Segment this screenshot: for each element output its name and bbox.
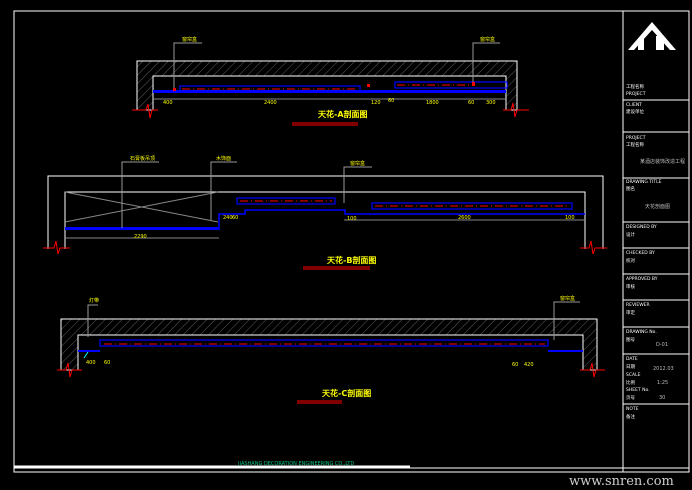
- section-c: 灯带 窗帘盒 400 60 60 420 天花-C剖面图: [57, 295, 605, 404]
- company-logo: [628, 22, 676, 50]
- sheet-number: 30: [659, 395, 665, 401]
- tb-row-value: 日期: [626, 364, 635, 370]
- callout-label: 窗帘盒: [182, 36, 197, 43]
- dimension-label: 100: [347, 216, 357, 222]
- tb-row-value: PROJECT: [626, 91, 646, 97]
- callout-label: 石膏板吊顶: [130, 155, 155, 162]
- tb-row-label: 工程名称: [626, 83, 644, 90]
- dimension-label: 400: [163, 100, 173, 106]
- tb-row-label: DRAWING TITLE: [626, 179, 662, 185]
- tb-row-label: REVIEWER: [626, 302, 650, 308]
- dimension-label: 300: [486, 100, 496, 106]
- watermark: www.snren.com: [569, 474, 674, 489]
- callout-label: 灯带: [89, 297, 99, 304]
- dimension-label: 2400: [264, 100, 277, 106]
- callout-label: 窗帘盒: [560, 295, 575, 302]
- tb-row-label: DESIGNED BY: [626, 224, 657, 230]
- tb-row-value: 备注: [626, 413, 635, 420]
- tb-row-value: 页号: [626, 395, 635, 401]
- tb-row-label: DRAWING No.: [626, 329, 657, 335]
- cad-drawing: 工程名称 PROJECT CLIENT 建设单位 PROJECT 工程名称 某酒…: [13, 10, 690, 489]
- tb-row-value: 图名: [626, 185, 635, 192]
- callout-label: 窗帘盒: [350, 160, 365, 167]
- date-value: 2012.03: [653, 366, 674, 372]
- drawing-frame: [13, 10, 690, 473]
- tb-row-label: SCALE: [626, 372, 641, 378]
- tb-row-label: CHECKED BY: [626, 250, 655, 256]
- company-footer: JIASHANG DECORATION ENGINEERING CO.,LTD: [237, 461, 354, 467]
- scale-value: 1:25: [657, 380, 668, 386]
- project-name: 某酒店装饰改造工程: [640, 158, 685, 165]
- callout-label: 木饰面: [216, 155, 231, 162]
- section-a: 窗帘盒 窗帘盒 400 2400 120 60 1800 60 300 天花-A…: [132, 36, 529, 126]
- dimension-label: 60: [104, 360, 110, 366]
- dimension-label: 2290: [134, 234, 147, 240]
- drawing-number: D-01: [656, 342, 668, 348]
- tb-row-value: 审核: [626, 283, 635, 290]
- tb-row-value: 设计: [626, 231, 635, 238]
- section-title: 天花-A剖面图: [318, 109, 368, 119]
- tb-row-value: 校对: [626, 257, 635, 264]
- tb-row-label: NOTE: [626, 406, 639, 412]
- tb-row-label: CLIENT: [626, 102, 642, 108]
- tb-row-value: 审定: [626, 309, 635, 316]
- dimension-label: 60: [388, 98, 394, 104]
- dimension-label: 120: [371, 100, 381, 106]
- dimension-label: 60: [232, 215, 238, 221]
- tb-row-label: PROJECT: [626, 135, 646, 141]
- section-title: 天花-B剖面图: [327, 255, 376, 265]
- section-b: 石膏板吊顶 木饰面 窗帘盒 2290 240 60 100 2600 100 天…: [43, 155, 607, 270]
- dimension-label: 400: [86, 360, 96, 366]
- title-block: 工程名称 PROJECT CLIENT 建设单位 PROJECT 工程名称 某酒…: [626, 83, 685, 420]
- tb-row-value: 图号: [626, 337, 635, 343]
- tb-row-label: APPROVED BY: [626, 276, 658, 282]
- tb-row-value: 工程名称: [626, 141, 644, 148]
- tb-row-value: 建设单位: [626, 108, 644, 115]
- dimension-label: 60: [468, 100, 474, 106]
- section-title: 天花-C剖面图: [322, 388, 371, 398]
- dimension-label: 420: [524, 362, 534, 368]
- tb-row-label: SHEET No.: [626, 387, 650, 393]
- dimension-label: 1800: [426, 100, 439, 106]
- callout-label: 窗帘盒: [480, 36, 495, 43]
- tb-row-value: 比例: [626, 379, 635, 386]
- tb-row-label: DATE: [626, 356, 638, 362]
- dimension-label: 100: [565, 215, 575, 221]
- dimension-label: 60: [512, 362, 518, 368]
- dimension-label: 2600: [458, 215, 471, 221]
- drawing-title: 天花剖面图: [645, 203, 670, 210]
